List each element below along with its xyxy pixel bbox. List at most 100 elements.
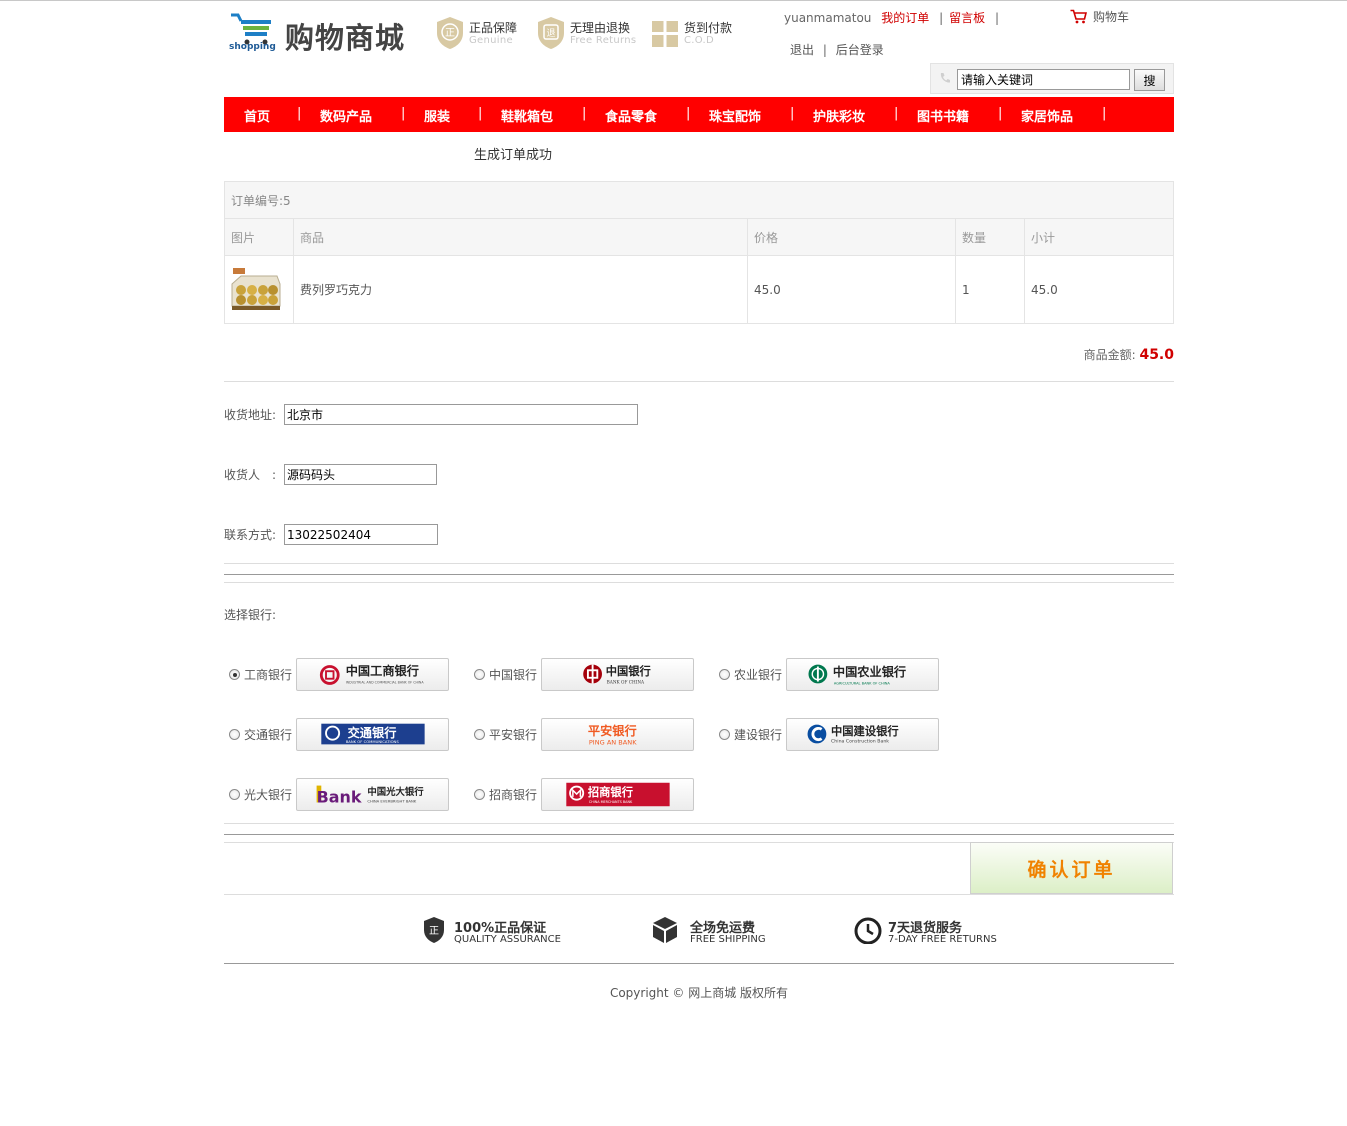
bank-option-ceb[interactable]: 光大银行 Bank 中国光大银行 CHINA EVERBRIGHT BANK (229, 778, 451, 811)
bank-radio-boc[interactable] (474, 669, 485, 680)
product-subtotal: 45.0 (1024, 255, 1174, 324)
cmb-logo-cn: 招商银行 (588, 785, 633, 799)
nav-item-jewelry[interactable]: 珠宝配饰 (709, 106, 761, 125)
footer-divider (224, 963, 1174, 964)
cart-label: 购物车 (1093, 10, 1130, 24)
ceb-logo-icon[interactable]: Bank 中国光大银行 CHINA EVERBRIGHT BANK (296, 778, 449, 811)
pingan-logo-icon[interactable]: 平安银行 PING AN BANK (541, 718, 694, 751)
boc-logo-icon[interactable]: 中国银行 BANK OF CHINA (541, 658, 694, 691)
product-image[interactable] (229, 262, 283, 318)
nav-separator: | (297, 106, 302, 121)
username-link[interactable]: yuanmamatou (784, 11, 871, 25)
bank-radio-bocom[interactable] (229, 729, 240, 740)
recipient-input[interactable] (284, 464, 437, 485)
address-input[interactable] (284, 404, 638, 425)
order-number: 订单编号:5 (224, 181, 1174, 219)
svg-text:正: 正 (445, 28, 455, 39)
bank-radio-cmb[interactable] (474, 789, 485, 800)
bank-radio-pingan[interactable] (474, 729, 485, 740)
address-label: 收货地址: (224, 408, 277, 422)
bank-name-ccb: 建设银行 (734, 728, 783, 742)
cod-gift-icon (652, 21, 678, 47)
logo-brand-text: shopping (229, 42, 276, 51)
cmb-logo-icon[interactable]: 招商银行 CHINA MERCHANTS BANK (541, 778, 694, 811)
confirm-order-button[interactable]: 确认订单 (970, 842, 1173, 894)
search-button[interactable]: 搜 (1134, 69, 1165, 91)
cart-icon (1070, 9, 1088, 24)
my-orders-link[interactable]: 我的订单 (881, 11, 929, 25)
nav-item-cosmetics[interactable]: 护肤彩妆 (813, 106, 865, 125)
nav-item-home[interactable]: 首页 (244, 106, 270, 125)
bank-radio-ccb[interactable] (719, 729, 730, 740)
column-header-quantity: 数量 (955, 218, 1025, 256)
logo-title: 购物商城 (285, 21, 406, 55)
logout-link[interactable]: 退出 (790, 43, 814, 57)
footer-feature-quality-en: QUALITY ASSURANCE (454, 934, 561, 945)
bocom-logo-cn: 交通银行 (348, 725, 397, 740)
product-price: 45.0 (747, 255, 956, 324)
divider (224, 894, 1174, 895)
icbc-logo-icon[interactable]: 中国工商银行 INDUSTRIAL AND COMMERCIAL BANK OF… (296, 658, 449, 691)
admin-login-link[interactable]: 后台登录 (836, 43, 884, 57)
bank-option-bocom[interactable]: 交通银行 交通银行 BANK OF COMMUNICATIONS (229, 718, 451, 751)
order-success-message: 生成订单成功 (474, 148, 553, 163)
bocom-logo-icon[interactable]: 交通银行 BANK OF COMMUNICATIONS (296, 718, 449, 751)
product-quantity: 1 (955, 255, 1025, 324)
divider (224, 574, 1174, 575)
abc-logo-icon[interactable]: 中国农业银行 AGRICULTURAL BANK OF CHINA (786, 658, 939, 691)
pingan-logo-cn: 平安银行 (588, 723, 637, 738)
bank-option-pingan[interactable]: 平安银行 平安银行 PING AN BANK (474, 718, 696, 751)
recipient-label: 收货人 : (224, 468, 277, 482)
nav-item-clothing[interactable]: 服装 (424, 106, 450, 125)
ccb-logo-icon[interactable]: 中国建设银行 China Construction Bank (786, 718, 939, 751)
bank-radio-icbc[interactable] (229, 669, 240, 680)
order-number-row: 订单编号:5 (224, 181, 1174, 219)
message-board-link[interactable]: 留言板 (949, 11, 985, 25)
bank-option-boc[interactable]: 中国银行 中国银行 BANK OF CHINA (474, 658, 696, 691)
product-name[interactable]: 费列罗巧克力 (293, 255, 748, 324)
nav-item-books[interactable]: 图书书籍 (917, 106, 969, 125)
cmb-logo-en: CHINA MERCHANTS BANK (589, 800, 633, 804)
bank-name-abc: 农业银行 (734, 668, 783, 682)
nav-item-shoes-bags[interactable]: 鞋靴箱包 (501, 106, 553, 125)
divider (224, 834, 1174, 835)
bank-option-cmb[interactable]: 招商银行 招商银行 CHINA MERCHANTS BANK (474, 778, 696, 811)
footer-feature-quality: 正 100%正品保证 QUALITY ASSURANCE (423, 916, 583, 948)
nav-separator: | (582, 106, 587, 121)
zheng-badge-icon: 正 (424, 917, 444, 943)
nav-separator: | (1102, 106, 1107, 121)
cart-link[interactable]: 购物车 (1070, 8, 1129, 25)
nav-item-snacks[interactable]: 食品零食 (605, 106, 657, 125)
pingan-logo-en: PING AN BANK (589, 738, 637, 746)
column-header-image: 图片 (224, 218, 294, 256)
phone-input[interactable] (284, 524, 438, 545)
table-row: 费列罗巧克力 45.0 1 45.0 (224, 255, 1174, 324)
abc-logo-cn: 中国农业银行 (833, 664, 906, 679)
svg-text:退: 退 (546, 28, 555, 39)
nav-separator: | (790, 106, 795, 121)
search-box: 搜 (930, 63, 1174, 94)
column-header-subtotal: 小计 (1024, 218, 1174, 256)
search-input[interactable] (957, 69, 1130, 90)
column-header-price: 价格 (747, 218, 956, 256)
ceb-logo-en: CHINA EVERBRIGHT BANK (367, 799, 416, 803)
guarantee-returns-en: Free Returns (570, 35, 637, 46)
footer-feature-shipping-en: FREE SHIPPING (690, 934, 766, 945)
bank-option-abc[interactable]: 农业银行 中国农业银行 AGRICULTURAL BANK OF CHINA (719, 658, 941, 691)
product-image-cell (224, 255, 294, 324)
nav-separator: | (478, 106, 483, 121)
bank-option-icbc[interactable]: 工商银行 中国工商银行 INDUSTRIAL AND COMMERCIAL BA… (229, 658, 451, 691)
nav-item-digital[interactable]: 数码产品 (320, 106, 372, 125)
bank-option-ccb[interactable]: 建设银行 中国建设银行 China Construction Bank (719, 718, 941, 751)
svg-text:正: 正 (429, 926, 439, 937)
footer-feature-returns: 7天退货服务 7-DAY FREE RETURNS (854, 916, 1024, 948)
site-logo[interactable]: shopping 购物商城 (229, 11, 419, 56)
bank-radio-abc[interactable] (719, 669, 730, 680)
guarantee-genuine-cn: 正品保障 (469, 21, 518, 35)
nav-item-home-decor[interactable]: 家居饰品 (1021, 106, 1073, 125)
bank-name-bocom: 交通银行 (244, 728, 293, 742)
divider (224, 823, 1174, 824)
divider (224, 582, 1174, 583)
nav-separator: | (994, 11, 1000, 25)
bank-radio-ceb[interactable] (229, 789, 240, 800)
